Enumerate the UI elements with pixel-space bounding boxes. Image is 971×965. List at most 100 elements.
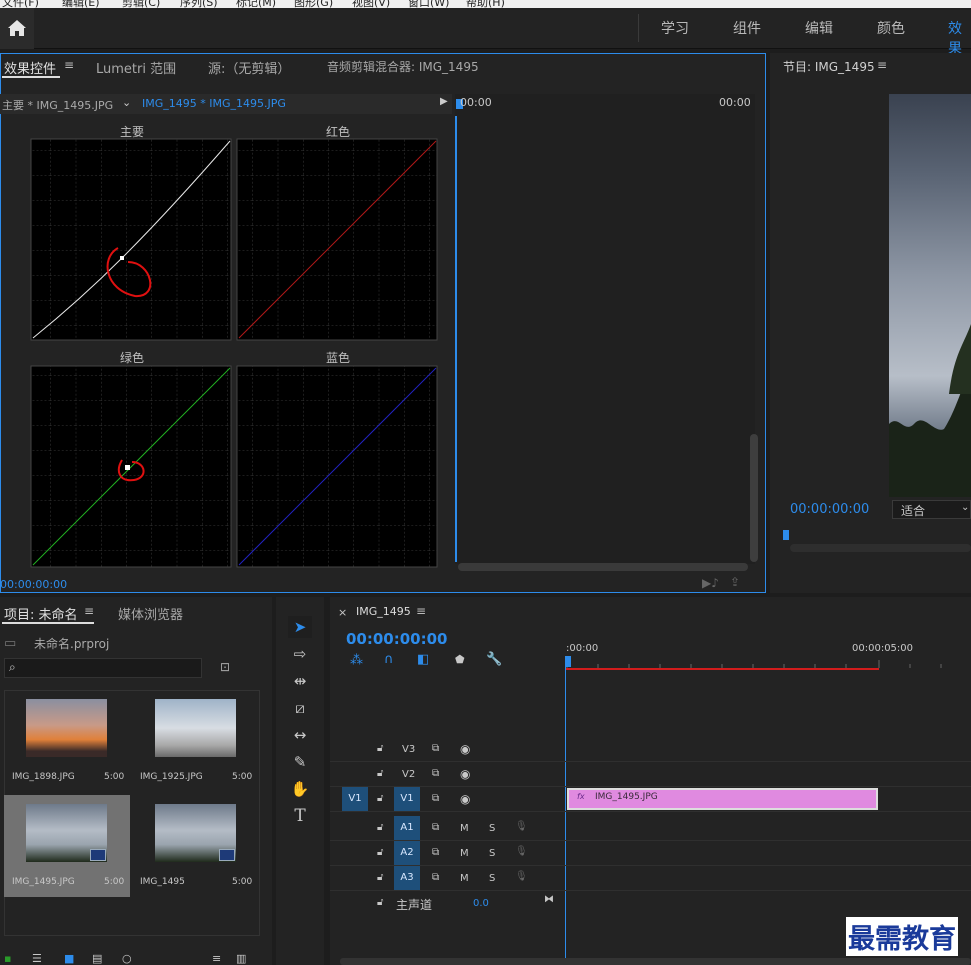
program-playhead[interactable] (783, 530, 789, 540)
mute-button[interactable]: M (460, 848, 469, 859)
snap-icon[interactable]: ∩ (384, 652, 394, 667)
track-target-v1[interactable]: V1 (394, 787, 420, 811)
mute-button[interactable]: M (460, 873, 469, 884)
audio-only-icon[interactable]: ▶♪ (702, 576, 719, 590)
track-a1[interactable]: 🔓︎ A1 ⧉ M S 🎙︎ (330, 816, 971, 841)
program-preview-image[interactable] (889, 94, 971, 497)
fit-dropdown[interactable]: 适合 ⌄ (892, 500, 971, 519)
track-label: V3 (402, 744, 416, 755)
timeline-playhead-handle[interactable] (565, 656, 571, 667)
export-icon[interactable]: ⇪ (730, 575, 740, 589)
thumbnail-sunset[interactable] (26, 699, 107, 757)
master-volume[interactable]: 0.0 (473, 898, 489, 909)
lock-icon[interactable]: 🔓︎ (377, 822, 383, 833)
sync-lock-icon[interactable]: ⧉ (432, 822, 439, 833)
new-bin-icon[interactable]: ⊡ (220, 660, 230, 674)
mini-ruler-end: 00:00 (719, 96, 751, 109)
sort-icon[interactable]: ≡ (212, 952, 221, 965)
lock-icon[interactable]: 🔓︎ (377, 793, 383, 804)
razor-tool-icon[interactable]: ⧄ (288, 697, 312, 719)
mute-button[interactable]: M (460, 823, 469, 834)
red-curve-box[interactable] (236, 138, 438, 341)
track-a3[interactable]: 🔓︎ A3 ⧉ M S 🎙︎ (330, 866, 971, 891)
go-to-in-out-icon[interactable]: ⧓ (544, 894, 554, 905)
fx-badge-icon: fx (577, 792, 585, 801)
sync-lock-icon[interactable]: ⧉ (432, 768, 439, 779)
wrench-icon[interactable]: 🔧 (486, 652, 502, 667)
tab-project[interactable]: 项目: 未命名 (4, 604, 78, 623)
lock-icon[interactable]: ▪ (4, 952, 11, 965)
linked-selection-icon[interactable]: ◧ (417, 652, 429, 667)
sync-lock-icon[interactable]: ⧉ (432, 847, 439, 858)
thumbnail-clouds[interactable] (155, 699, 236, 757)
track-master[interactable]: 🔓︎ 主声道 0.0 ⧓ (330, 891, 971, 916)
icon-view-icon[interactable]: ■ (64, 952, 74, 965)
track-target-a2[interactable]: A2 (394, 841, 420, 865)
master-curve-box[interactable] (30, 138, 232, 341)
track-a2[interactable]: 🔓︎ A2 ⧉ M S 🎙︎ (330, 841, 971, 866)
pen-tool-icon[interactable]: ✎ (288, 751, 312, 773)
track-select-tool-icon[interactable]: ⇨ (288, 643, 312, 665)
track-target-a1[interactable]: A1 (394, 816, 420, 840)
green-curve-box[interactable] (30, 365, 232, 568)
fit-value: 适合 (901, 504, 926, 518)
tab-media-browser[interactable]: 媒体浏览器 (118, 604, 183, 623)
nest-icon[interactable]: ⁂ (350, 653, 363, 668)
zoom-slider-icon[interactable]: ○ (122, 952, 132, 965)
slip-tool-icon[interactable]: ↔ (288, 724, 312, 746)
ripple-edit-tool-icon[interactable]: ⇹ (288, 670, 312, 692)
program-timecode[interactable]: 00:00:00:00 (790, 502, 869, 517)
blue-curve-box[interactable] (236, 365, 438, 568)
panel-menu-icon[interactable]: ≡ (416, 604, 426, 618)
list-view-icon[interactable]: ☰ (32, 952, 42, 965)
microphone-icon[interactable]: 🎙︎ (515, 846, 528, 857)
track-target-a3[interactable]: A3 (394, 866, 420, 890)
mini-ruler-start: 00:00 (460, 96, 492, 109)
track-label: V2 (402, 769, 416, 780)
eye-icon[interactable]: ◉ (460, 792, 470, 806)
timeline-timecode[interactable]: 00:00:00:00 (346, 630, 448, 648)
microphone-icon[interactable]: 🎙︎ (515, 871, 528, 882)
solo-button[interactable]: S (489, 823, 495, 834)
selection-tool-icon[interactable]: ➤ (288, 616, 312, 638)
lock-icon[interactable]: 🔓︎ (377, 872, 383, 883)
project-search-input[interactable]: ⌕ (4, 658, 202, 678)
microphone-icon[interactable]: 🎙︎ (515, 821, 528, 832)
ruler-mid: 00:00:05:00 (852, 643, 914, 654)
program-monitor-title[interactable]: 节目: IMG_1495 (783, 58, 875, 75)
item-name: IMG_1495 (140, 877, 185, 887)
eye-icon[interactable]: ◉ (460, 742, 470, 756)
sync-lock-icon[interactable]: ⧉ (432, 793, 439, 804)
sync-lock-icon[interactable]: ⧉ (432, 872, 439, 883)
solo-button[interactable]: S (489, 848, 495, 859)
lock-icon[interactable]: 🔓︎ (377, 897, 383, 908)
item-duration: 5:00 (104, 877, 125, 887)
horizontal-scrollbar[interactable] (458, 563, 748, 571)
track-v3[interactable]: 🔓︎ V3 ⧉ ◉ (330, 737, 971, 762)
type-tool-icon[interactable]: T (288, 805, 312, 827)
hand-tool-icon[interactable]: ✋ (288, 778, 312, 800)
lock-icon[interactable]: 🔓︎ (377, 743, 383, 754)
vertical-scrollbar[interactable] (750, 434, 758, 562)
source-patch-v1[interactable]: V1 (342, 787, 368, 811)
eye-icon[interactable]: ◉ (460, 767, 470, 781)
automate-icon[interactable]: ▥ (236, 952, 246, 965)
panel-menu-icon[interactable]: ≡ (877, 58, 887, 72)
solo-button[interactable]: S (489, 873, 495, 884)
sequence-tab[interactable]: IMG_1495 (356, 605, 411, 618)
program-scrollbar[interactable] (790, 544, 971, 552)
lock-icon[interactable]: 🔓︎ (377, 768, 383, 779)
sync-lock-icon[interactable]: ⧉ (432, 743, 439, 754)
tree-silhouette (889, 324, 971, 497)
panel-menu-icon[interactable]: ≡ (84, 604, 94, 618)
add-marker-icon[interactable]: ⬟ (455, 653, 465, 666)
effect-timecode[interactable]: 00:00:00:00 (0, 578, 67, 591)
close-icon[interactable]: × (338, 606, 347, 619)
timeline-clip[interactable]: fx IMG_1495.JPG (567, 788, 878, 810)
track-v2[interactable]: 🔓︎ V2 ⧉ ◉ (330, 762, 971, 787)
item-name: IMG_1925.JPG (140, 772, 203, 782)
timeline-scrollbar[interactable] (340, 958, 971, 965)
freeform-view-icon[interactable]: ▤ (92, 952, 102, 965)
timeline-ruler[interactable] (560, 656, 971, 672)
lock-icon[interactable]: 🔓︎ (377, 847, 383, 858)
